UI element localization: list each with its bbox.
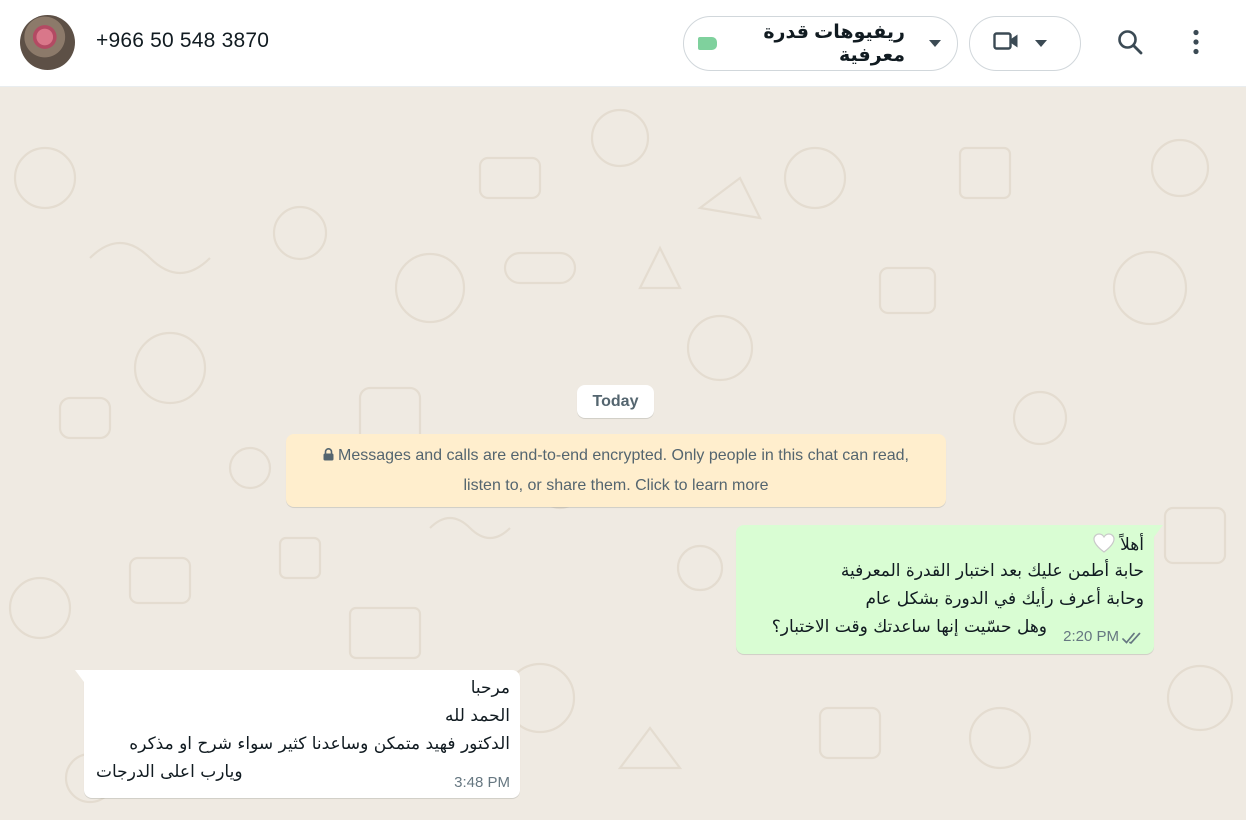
chat-header: +966 50 548 3870 ريفيوهات قدرة معرفية <box>0 0 1246 87</box>
label-name: ريفيوهات قدرة معرفية <box>763 21 905 66</box>
lock-icon <box>323 442 334 471</box>
message-time: 3:48 PM <box>454 774 510 791</box>
chevron-down-icon <box>1035 40 1047 47</box>
contact-name[interactable]: +966 50 548 3870 <box>96 29 269 53</box>
encryption-notice-line2: listen to, or share them. Click to learn… <box>463 477 769 494</box>
chevron-down-icon <box>929 40 941 47</box>
message-line: وهل حسّيت إنها ساعدتك وقت الاختبار؟ <box>771 617 1047 637</box>
menu-button[interactable] <box>1178 24 1214 64</box>
encryption-notice-line1: Messages and calls are end-to-end encryp… <box>286 441 946 471</box>
message-line-text: أهلاً <box>1120 535 1144 555</box>
message-time: 2:20 PM <box>1063 628 1119 645</box>
outgoing-message[interactable]: أهلاً حابة أطمن عليك بعد اختبار القدرة ا… <box>736 525 1163 654</box>
video-call-button[interactable] <box>969 16 1081 71</box>
message-line: وحابة أعرف رأيك في الدورة بشكل عام <box>865 589 1144 609</box>
chat-scrollbar[interactable] <box>1238 88 1246 820</box>
video-camera-icon <box>993 31 1019 56</box>
encryption-notice[interactable]: Messages and calls are end-to-end encryp… <box>286 434 946 507</box>
contact-avatar[interactable] <box>20 15 75 70</box>
message-line: ويارب اعلى الدرجات <box>96 762 243 782</box>
incoming-message[interactable]: مرحبا الحمد لله الدكتور فهيد متمكن وساعد… <box>75 670 520 798</box>
message-line: الحمد لله <box>445 706 510 726</box>
search-icon <box>1117 29 1143 60</box>
message-line: أهلاً <box>1091 533 1144 555</box>
search-button[interactable] <box>1110 24 1150 64</box>
date-divider: Today <box>577 385 654 418</box>
more-vertical-icon <box>1192 29 1200 60</box>
message-line: حابة أطمن عليك بعد اختبار القدرة المعرفي… <box>840 561 1144 581</box>
message-line: مرحبا <box>470 678 510 698</box>
chat-messages-area[interactable]: Today Messages and calls are end-to-end … <box>0 88 1246 820</box>
encryption-notice-text1: Messages and calls are end-to-end encryp… <box>338 447 909 464</box>
double-check-icon <box>1122 629 1144 650</box>
white-heart-icon <box>1093 533 1115 553</box>
label-tag-icon <box>698 37 717 50</box>
chat-label-dropdown[interactable]: ريفيوهات قدرة معرفية <box>683 16 958 71</box>
message-line: الدكتور فهيد متمكن وساعدنا كثير سواء شرح… <box>129 734 510 754</box>
